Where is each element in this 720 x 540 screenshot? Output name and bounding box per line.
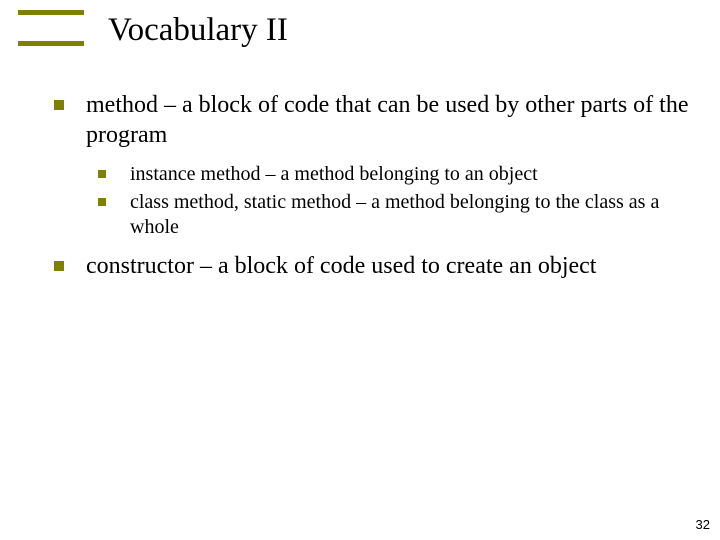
bullet-l2: instance method – a method belonging to …: [94, 162, 690, 186]
bullet-l2: class method, static method – a method b…: [94, 190, 690, 239]
bullet-text: constructor – a block of code used to cr…: [86, 253, 596, 279]
square-bullet-icon: [54, 100, 64, 110]
sub-bullet-group: instance method – a method belonging to …: [50, 162, 690, 239]
square-bullet-icon: [54, 261, 64, 271]
slide: Vocabulary II method – a block of code t…: [0, 0, 720, 540]
square-bullet-icon: [98, 170, 106, 178]
body-content: method – a block of code that can be use…: [50, 90, 690, 293]
accent-bar-bottom: [18, 41, 84, 46]
page-number: 32: [696, 517, 710, 532]
bullet-l1: constructor – a block of code used to cr…: [50, 251, 690, 281]
bullet-l1: method – a block of code that can be use…: [50, 90, 690, 150]
title-accent-bars: [18, 10, 84, 46]
bullet-text: method – a block of code that can be use…: [86, 92, 688, 148]
page-title: Vocabulary II: [108, 12, 288, 49]
accent-bar-top: [18, 10, 84, 15]
bullet-text: instance method – a method belonging to …: [130, 163, 538, 185]
square-bullet-icon: [98, 198, 106, 206]
bullet-text: class method, static method – a method b…: [130, 191, 659, 237]
